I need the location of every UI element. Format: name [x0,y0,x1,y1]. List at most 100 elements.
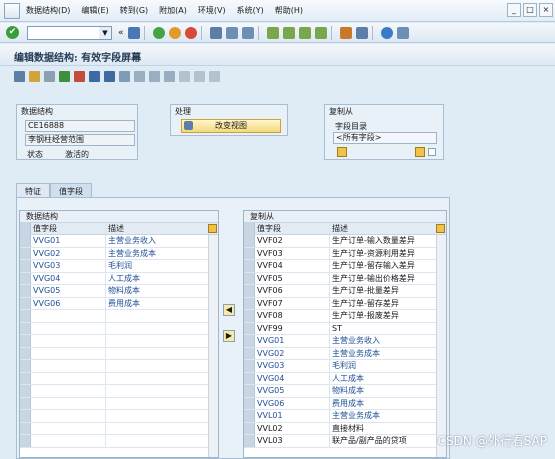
display-icon[interactable] [14,70,25,82]
menu-item[interactable]: 环境(V) [198,5,226,16]
row-selector[interactable] [20,335,31,347]
row-selector[interactable] [20,247,31,259]
row-selector[interactable] [20,360,31,372]
system-menu-icon[interactable] [4,2,20,19]
row-selector[interactable] [244,397,255,409]
row-selector[interactable] [20,297,31,309]
table-row[interactable] [20,422,218,435]
table-row[interactable]: VVL01 主营业务成本 [244,410,446,423]
row-selector[interactable] [244,422,255,434]
select-all-cell[interactable] [244,223,255,234]
shortcut-icon[interactable] [355,26,368,39]
row-selector[interactable] [244,260,255,272]
row-selector[interactable] [244,322,255,334]
field-catalog-input[interactable]: <所有字段> [333,132,437,144]
row-selector[interactable] [244,335,255,347]
last-page-icon[interactable] [314,26,327,39]
chevron-down-icon[interactable]: ▼ [99,26,111,39]
user-icon[interactable] [337,147,347,157]
minimize-icon[interactable]: _ [507,3,521,17]
left-scrollbar[interactable] [208,235,218,457]
back-icon[interactable] [152,26,165,39]
row-selector[interactable] [20,310,31,322]
command-chevron-icon[interactable]: « [118,28,124,38]
table-settings-icon[interactable] [436,224,445,233]
menu-item[interactable]: 数据结构(D) [26,5,70,16]
table-row[interactable]: VVG05 物料成本 [244,385,446,398]
table-row[interactable] [20,310,218,323]
new-session-icon[interactable] [339,26,352,39]
change-view-button[interactable]: 改变视图 [181,119,281,133]
next-page-icon[interactable] [298,26,311,39]
row-selector[interactable] [20,397,31,409]
print-icon[interactable] [209,26,222,39]
filter-icon[interactable] [119,70,130,82]
first-page-icon[interactable] [266,26,279,39]
command-field[interactable]: ▼ [27,25,112,40]
table-row[interactable] [20,372,218,385]
filter-checkbox[interactable] [428,148,436,156]
table-row[interactable] [20,397,218,410]
table-row[interactable]: VVG01 主营业务收入 [244,335,446,348]
menu-item[interactable]: 编辑(E) [81,5,108,16]
table-row[interactable]: VVG02 主营业务成本 [20,247,218,260]
other-object-icon[interactable] [44,70,55,82]
table-row[interactable]: VVG03 毛利润 [20,260,218,273]
row-selector[interactable] [244,347,255,359]
row-selector[interactable] [20,372,31,384]
maximize-icon[interactable]: □ [523,3,537,17]
menu-item[interactable]: 帮助(H) [275,5,303,16]
table-settings-icon[interactable] [208,224,217,233]
close-icon[interactable]: × [539,3,553,17]
row-selector[interactable] [244,372,255,384]
deselect-all-icon[interactable] [149,70,160,82]
row-selector[interactable] [20,422,31,434]
table-row[interactable]: VVG04 人工成本 [20,272,218,285]
paste-icon[interactable] [194,70,205,82]
row-selector[interactable] [20,385,31,397]
tab-characteristics[interactable]: 特证 [16,183,50,198]
table-row[interactable]: VVF99 ST [244,322,446,335]
menu-item[interactable]: 转到(G) [120,5,148,16]
sort-ascending-icon[interactable] [89,70,100,82]
check-icon[interactable] [59,70,70,82]
move-right-button[interactable]: ▶ [223,330,235,342]
row-selector[interactable] [244,310,255,322]
activate-icon[interactable] [74,70,85,82]
tab-value-fields[interactable]: 值字段 [50,183,92,198]
row-selector[interactable] [244,385,255,397]
right-scrollbar[interactable] [436,235,446,457]
row-selector[interactable] [244,247,255,259]
table-row[interactable] [20,335,218,348]
table-row[interactable]: VVG04 人工成本 [244,372,446,385]
row-selector[interactable] [20,410,31,422]
cancel-icon[interactable] [184,26,197,39]
sort-descending-icon[interactable] [104,70,115,82]
row-selector[interactable] [20,285,31,297]
filter-icon[interactable] [415,147,425,157]
document-icon[interactable] [209,70,220,82]
row-selector[interactable] [20,235,31,247]
row-selector[interactable] [244,297,255,309]
table-row[interactable]: VVF06 生产订单-批量差异 [244,285,446,298]
table-row[interactable]: VVL03 联产品/副产品的贷项 [244,435,446,448]
table-row[interactable] [20,385,218,398]
menu-item[interactable]: 系统(Y) [237,5,264,16]
table-row[interactable] [20,360,218,373]
help-icon[interactable] [380,26,393,39]
previous-page-icon[interactable] [282,26,295,39]
row-selector[interactable] [244,410,255,422]
table-row[interactable] [20,347,218,360]
find-next-icon[interactable] [241,26,254,39]
move-left-button[interactable]: ◀ [223,304,235,316]
select-all-icon[interactable] [134,70,145,82]
cut-icon[interactable] [164,70,175,82]
table-row[interactable]: VVG06 费用成本 [244,397,446,410]
table-row[interactable]: VVG02 主营业务成本 [244,347,446,360]
row-selector[interactable] [244,272,255,284]
table-row[interactable] [20,435,218,448]
table-row[interactable]: VVG06 费用成本 [20,297,218,310]
table-row[interactable]: VVG01 主营业务收入 [20,235,218,248]
save-icon[interactable] [127,26,140,39]
table-row[interactable]: VVF05 生产订单-输出价格差异 [244,272,446,285]
